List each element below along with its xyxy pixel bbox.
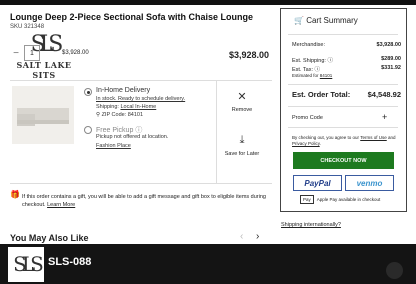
brand-name: SALT LAKE SITS <box>16 60 72 80</box>
tax-estimate-note: Estimated for 84101 <box>292 73 333 78</box>
info-icon[interactable]: ⓘ <box>135 127 142 134</box>
footer-logo: SLS <box>8 247 44 282</box>
pickup-store-link[interactable]: Fashion Place <box>96 143 131 149</box>
merchandise-label: Merchandise: <box>292 42 326 48</box>
shipping-method-link[interactable]: Local In-Home <box>120 104 156 110</box>
pickup-note: Pickup not offered at location. <box>96 134 169 140</box>
privacy-link[interactable]: Privacy Policy <box>292 141 320 146</box>
footer-label: SLS-088 <box>48 256 92 268</box>
shipping-line: Shipping: Local In-Home <box>96 104 156 110</box>
location-pin-icon: ⚲ <box>96 112 101 118</box>
shipping-label: Est. Shipping: ⓘ <box>292 58 333 64</box>
gift-message: If this order contains a gift, you will … <box>22 194 266 208</box>
order-total-label: Est. Order Total: <box>292 90 351 99</box>
unit-price: $3,928.00 <box>62 50 89 56</box>
top-bar <box>0 0 416 5</box>
divider <box>288 127 398 128</box>
shipping-value: $289.00 <box>381 56 401 62</box>
tax-value: $331.92 <box>381 65 401 71</box>
inhome-delivery-title: In-Home Delivery <box>96 87 151 94</box>
inhome-status[interactable]: In stock. Ready to schedule delivery. <box>96 96 185 102</box>
terms-text: By checking out, you agree to our Terms … <box>292 135 396 146</box>
zip-code: ZIP Code: 84101 <box>101 112 144 118</box>
download-icon: ⤓ <box>239 134 245 146</box>
apple-pay-note: Pay Apple Pay available in checkout <box>300 195 380 204</box>
quantity-stepper[interactable]: − 1 <box>10 43 40 63</box>
decrease-qty-button[interactable]: − <box>10 48 22 59</box>
prev-arrow-icon[interactable]: ‹ <box>240 231 243 242</box>
cart-summary-title: 🛒 Cart Summary <box>294 16 358 25</box>
next-arrow-icon[interactable]: › <box>256 231 259 242</box>
divider <box>10 183 272 184</box>
gift-icon: 🎁 <box>10 190 20 199</box>
paypal-button[interactable]: PayPal <box>293 175 342 191</box>
close-icon: ✕ <box>237 91 247 103</box>
free-pickup-radio[interactable] <box>84 126 92 134</box>
terms-link[interactable]: Terms of Use <box>360 135 387 140</box>
remove-button[interactable]: ✕ Remove <box>222 90 262 113</box>
recommendations-title: You May Also Like <box>10 233 89 243</box>
shipping-international-link[interactable]: Shipping internationally? <box>281 222 341 228</box>
promo-code-toggle[interactable]: Promo Code <box>292 115 323 121</box>
checkout-button[interactable]: CHECKOUT NOW <box>293 152 394 169</box>
order-total-value: $4,548.92 <box>367 90 401 99</box>
info-icon[interactable]: ⓘ <box>327 58 333 64</box>
divider <box>288 84 398 85</box>
cart-icon: 🛒 <box>294 16 304 25</box>
learn-more-link[interactable]: Learn More <box>47 202 75 208</box>
divider <box>288 34 398 35</box>
tax-zip-link[interactable]: 84101 <box>320 73 333 78</box>
divider <box>288 106 398 107</box>
tax-label: Est. Tax: ⓘ <box>292 67 321 73</box>
apple-pay-icon: Pay <box>300 195 314 204</box>
shipping-label: Shipping: <box>96 104 119 110</box>
quantity-input[interactable]: 1 <box>24 45 40 61</box>
divider <box>10 80 272 81</box>
chat-icon[interactable] <box>386 262 403 279</box>
product-title[interactable]: Lounge Deep 2-Piece Sectional Sofa with … <box>10 12 253 22</box>
divider <box>216 80 217 183</box>
product-image[interactable] <box>12 86 74 144</box>
zip-code-line[interactable]: ⚲ ZIP Code: 84101 <box>96 112 143 118</box>
inhome-delivery-radio[interactable] <box>84 88 92 96</box>
merchandise-value: $3,928.00 <box>376 42 401 48</box>
venmo-button[interactable]: venmo <box>345 175 394 191</box>
save-for-later-button[interactable]: ⤓ Save for Later <box>222 134 262 157</box>
plus-icon[interactable]: + <box>382 112 387 122</box>
line-price: $3,928.00 <box>229 50 270 60</box>
